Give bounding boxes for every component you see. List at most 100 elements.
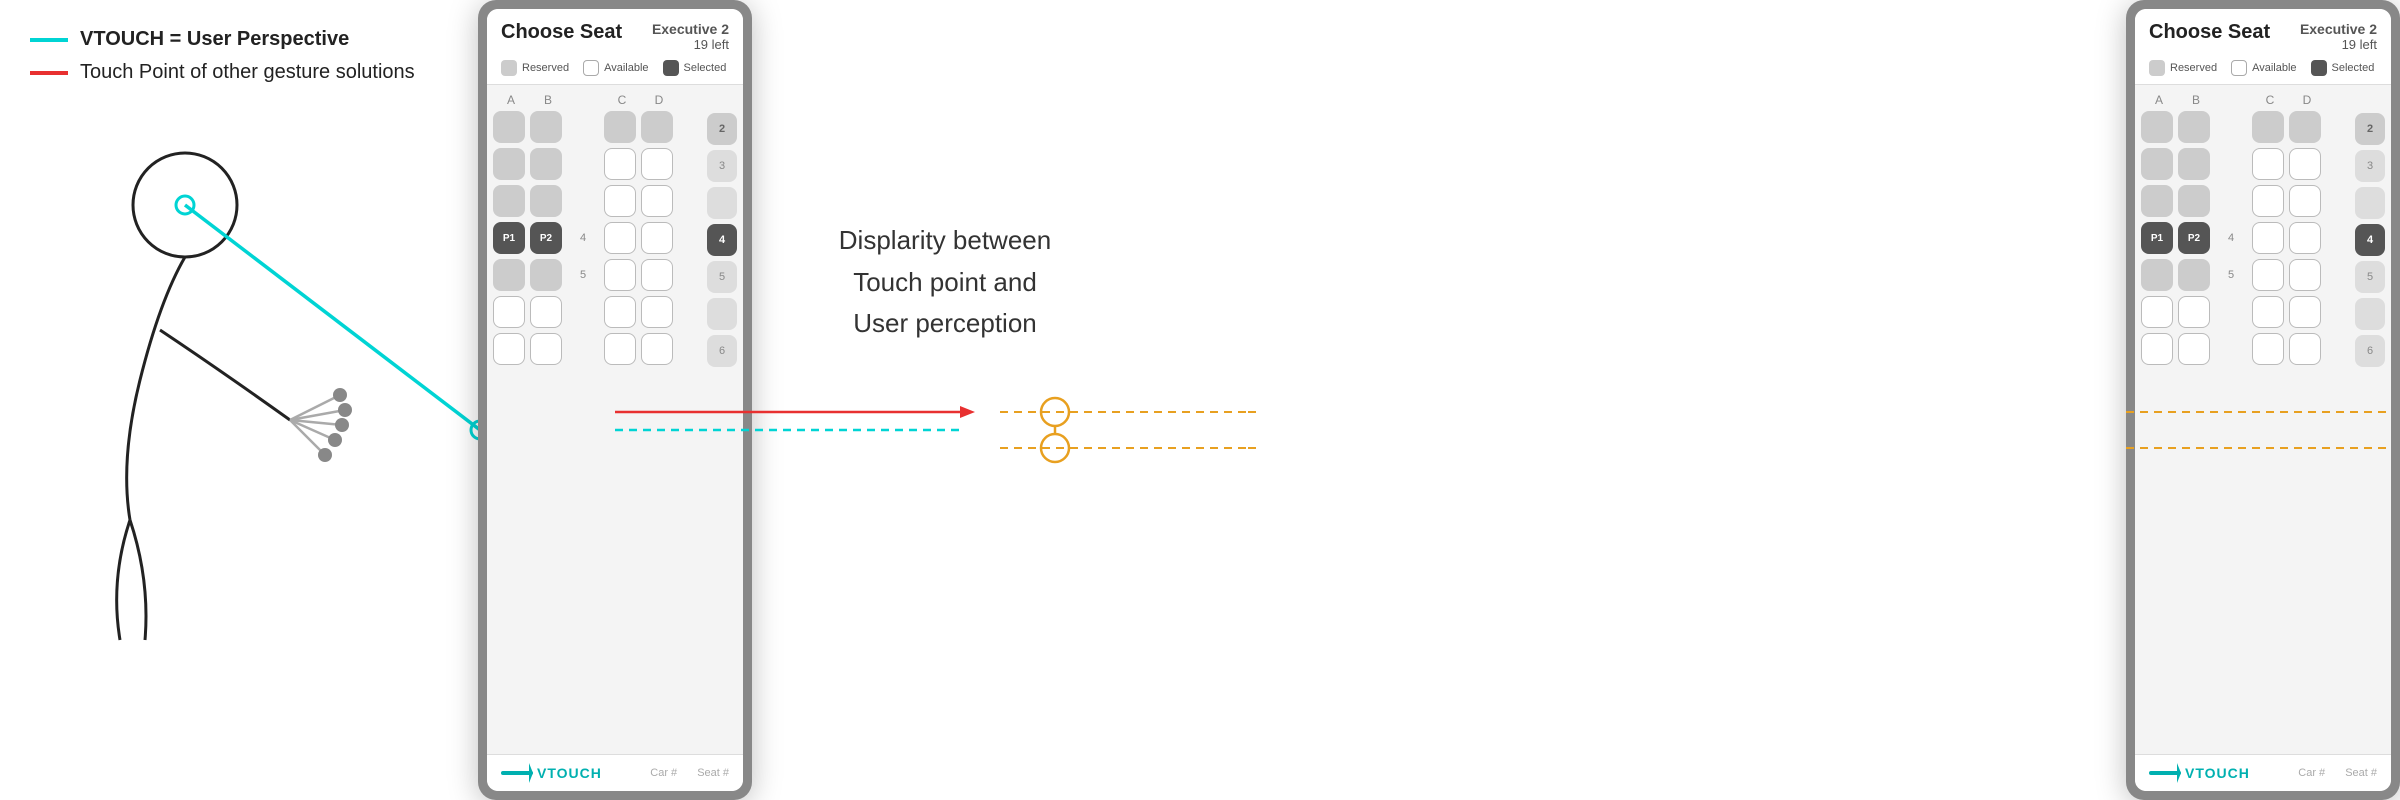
right-col-3[interactable]: 3: [707, 150, 737, 182]
legend-vtouch-label: VTOUCH = User Perspective: [80, 28, 349, 51]
right-class-name: Executive 2: [2300, 21, 2377, 37]
seat-2d[interactable]: [641, 148, 673, 180]
seat-5d[interactable]: [641, 259, 673, 291]
right-col-4-sel[interactable]: 4: [707, 224, 737, 256]
right-seat-4c[interactable]: [2252, 222, 2284, 254]
seat-4d[interactable]: [641, 222, 673, 254]
right-seat-2c[interactable]: [2252, 148, 2284, 180]
seat-3c[interactable]: [604, 185, 636, 217]
seat-5b[interactable]: [530, 259, 562, 291]
right-vtouch-logo: VTOUCH: [2149, 763, 2250, 783]
seat-2a[interactable]: [493, 148, 525, 180]
right-num-6[interactable]: 6: [2355, 335, 2385, 367]
reserved-label: Reserved: [522, 62, 569, 74]
seat-4c[interactable]: [604, 222, 636, 254]
right-col-5[interactable]: 5: [707, 261, 737, 293]
right-seat-label: Seat #: [2345, 767, 2377, 779]
right-seat-1a[interactable]: [2141, 111, 2173, 143]
seat-row-3: [493, 185, 703, 217]
right-seat-row-5: 5: [2141, 259, 2351, 291]
seat-1d[interactable]: [641, 111, 673, 143]
seat-1a[interactable]: [493, 111, 525, 143]
seat-7a[interactable]: [493, 333, 525, 365]
right-seat-3a[interactable]: [2141, 185, 2173, 217]
right-right-col: 2 3 4 5 6: [2355, 113, 2385, 370]
right-num-2[interactable]: 2: [2355, 113, 2385, 145]
right-available-label: Available: [2252, 62, 2296, 74]
seat-2c[interactable]: [604, 148, 636, 180]
left-legend-available: Available: [583, 60, 648, 76]
right-seat-7c[interactable]: [2252, 333, 2284, 365]
seat-3a[interactable]: [493, 185, 525, 217]
right-seat-6b[interactable]: [2178, 296, 2210, 328]
right-seat-2b[interactable]: [2178, 148, 2210, 180]
left-seat-legend: Reserved Available Selected: [501, 60, 729, 76]
right-seat-1c[interactable]: [2252, 111, 2284, 143]
right-seat-3d[interactable]: [2289, 185, 2321, 217]
seat-4a[interactable]: P1: [493, 222, 525, 254]
right-seat-row-2: [2141, 148, 2351, 180]
seat-3b[interactable]: [530, 185, 562, 217]
right-seat-6d[interactable]: [2289, 296, 2321, 328]
right-seat-5c[interactable]: [2252, 259, 2284, 291]
right-seat-5d[interactable]: [2289, 259, 2321, 291]
right-col-c: C: [2254, 93, 2286, 107]
seat-7c[interactable]: [604, 333, 636, 365]
legend-touch-label: Touch Point of other gesture solutions: [80, 61, 415, 84]
seat-6b[interactable]: [530, 296, 562, 328]
right-num-3[interactable]: 3: [2355, 150, 2385, 182]
right-col-7[interactable]: 6: [707, 335, 737, 367]
right-seat-4d[interactable]: [2289, 222, 2321, 254]
right-seat-2a[interactable]: [2141, 148, 2173, 180]
right-seat-2d[interactable]: [2289, 148, 2321, 180]
left-legend-selected: Selected: [663, 60, 727, 76]
right-seat-6c[interactable]: [2252, 296, 2284, 328]
seat-4b[interactable]: P2: [530, 222, 562, 254]
right-seat-6a[interactable]: [2141, 296, 2173, 328]
right-tablet-bezel: Choose Seat Executive 2 19 left Reserved…: [2126, 0, 2400, 800]
right-seat-3b[interactable]: [2178, 185, 2210, 217]
right-col-4[interactable]: [707, 187, 737, 219]
right-seat-7b[interactable]: [2178, 333, 2210, 365]
seat-row-7: [493, 333, 703, 365]
right-seat-7a[interactable]: [2141, 333, 2173, 365]
right-seat-grid: A B C D: [2141, 93, 2351, 370]
right-reserved-icon: [2149, 60, 2165, 76]
seat-label: Seat #: [697, 767, 729, 779]
right-seat-7d[interactable]: [2289, 333, 2321, 365]
right-seat-3c[interactable]: [2252, 185, 2284, 217]
seat-3d[interactable]: [641, 185, 673, 217]
right-col-2[interactable]: 2: [707, 113, 737, 145]
left-tablet-bezel: Choose Seat Executive 2 19 left Reserved…: [478, 0, 752, 800]
middle-section: Displarity between Touch point and User …: [760, 0, 1130, 800]
seat-7b[interactable]: [530, 333, 562, 365]
seat-6a[interactable]: [493, 296, 525, 328]
seat-7d[interactable]: [641, 333, 673, 365]
right-num-blank2[interactable]: [2355, 298, 2385, 330]
seat-2b[interactable]: [530, 148, 562, 180]
seat-1b[interactable]: [530, 111, 562, 143]
right-seat-4b[interactable]: P2: [2178, 222, 2210, 254]
left-choose-seat-title: Choose Seat: [501, 21, 622, 44]
right-seat-1b[interactable]: [2178, 111, 2210, 143]
seat-1c[interactable]: [604, 111, 636, 143]
available-icon: [583, 60, 599, 76]
right-col-6[interactable]: [707, 298, 737, 330]
left-seat-grid: A B C D: [493, 93, 703, 370]
disparity-line3: User perception: [839, 303, 1051, 345]
right-num-5[interactable]: 5: [2355, 261, 2385, 293]
right-seat-row-3: [2141, 185, 2351, 217]
seat-5c[interactable]: [604, 259, 636, 291]
right-seat-5b[interactable]: [2178, 259, 2210, 291]
right-seat-5a[interactable]: [2141, 259, 2173, 291]
seat-6c[interactable]: [604, 296, 636, 328]
right-num-4[interactable]: 4: [2355, 224, 2385, 256]
legend-item-vtouch: VTOUCH = User Perspective: [30, 28, 415, 51]
seat-5a[interactable]: [493, 259, 525, 291]
right-seat-row-6: [2141, 296, 2351, 328]
seat-6d[interactable]: [641, 296, 673, 328]
seat-row-4: P1 P2 4: [493, 222, 703, 254]
right-seat-4a[interactable]: P1: [2141, 222, 2173, 254]
right-seat-1d[interactable]: [2289, 111, 2321, 143]
right-num-blank1[interactable]: [2355, 187, 2385, 219]
